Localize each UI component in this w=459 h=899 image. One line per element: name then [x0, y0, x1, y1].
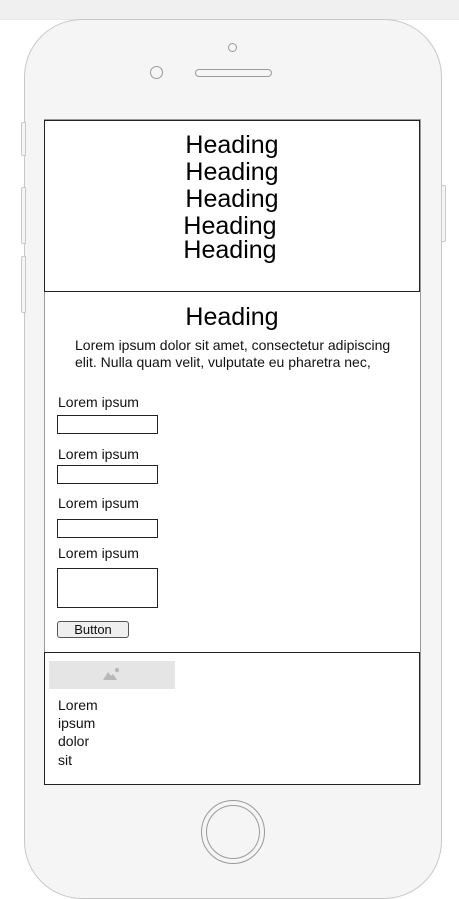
- earpiece-speaker: [195, 69, 272, 77]
- field-label-3: Lorem ipsum: [58, 495, 139, 511]
- mute-switch: [21, 122, 26, 156]
- hero-heading-2: Heading: [185, 158, 279, 186]
- text-input-3[interactable]: [57, 519, 158, 538]
- top-bar: [0, 0, 459, 20]
- hero-heading-5: Heading: [183, 236, 277, 264]
- card-text-line-4: sit: [58, 752, 72, 768]
- proximity-sensor: [150, 66, 163, 79]
- power-button: [441, 185, 446, 242]
- card-text-line-2: ipsum: [58, 715, 96, 731]
- text-input-1[interactable]: [57, 415, 158, 434]
- image-placeholder-icon: [103, 667, 120, 680]
- hero-section: Heading Heading Heading Heading Heading: [44, 120, 420, 292]
- field-label-1: Lorem ipsum: [58, 394, 139, 410]
- home-button-inner-ring: [206, 805, 260, 859]
- field-label-2: Lorem ipsum: [58, 446, 139, 462]
- intro-paragraph: Lorem ipsum dolor sit amet, consectetur …: [75, 337, 391, 370]
- submit-button[interactable]: Button: [57, 621, 129, 638]
- front-camera: [228, 43, 237, 52]
- page-heading: Heading: [185, 303, 279, 331]
- card-text-line-1: Lorem: [58, 697, 98, 713]
- field-label-4: Lorem ipsum: [58, 545, 139, 561]
- hero-heading-1: Heading: [185, 131, 279, 159]
- volume-up-button: [21, 187, 26, 244]
- textarea-input[interactable]: [57, 568, 158, 608]
- text-input-2[interactable]: [57, 465, 158, 484]
- card-text-line-3: dolor: [58, 733, 90, 749]
- volume-down-button: [21, 256, 26, 313]
- image-placeholder: [49, 661, 175, 689]
- hero-heading-3: Heading: [185, 185, 279, 213]
